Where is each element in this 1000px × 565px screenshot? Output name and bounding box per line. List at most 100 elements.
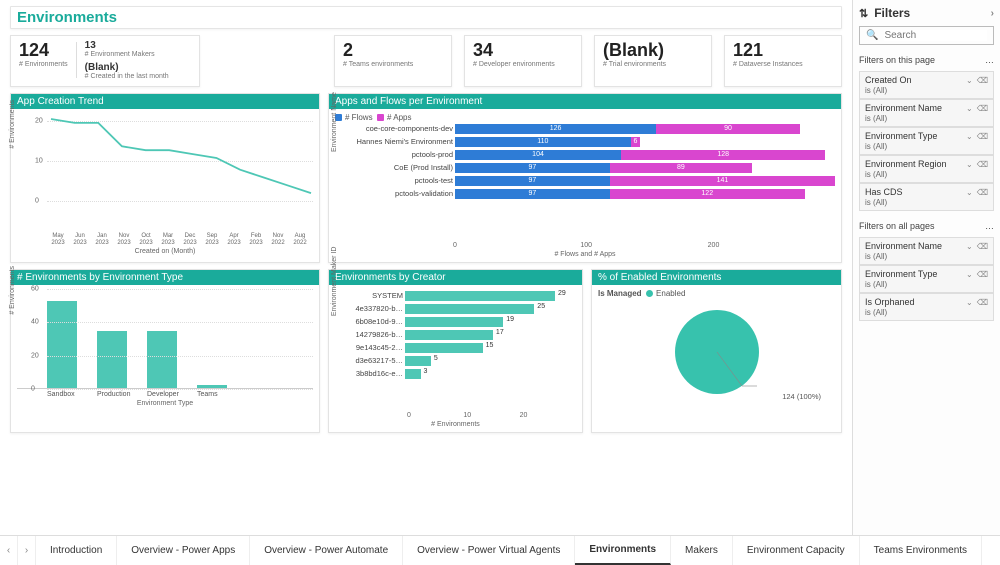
x-tick: Sandbox	[47, 391, 77, 398]
divider	[76, 42, 77, 78]
chevron-down-icon[interactable]: ⌄	[966, 270, 973, 279]
x-tick: Teams	[197, 391, 227, 398]
y-axis-label: Environment Name	[331, 92, 338, 152]
donut-label: 124 (100%)	[782, 392, 821, 401]
clear-filter-icon[interactable]: ⌫	[977, 76, 988, 85]
x-tick: Nov2022	[267, 233, 289, 246]
tile-enabled[interactable]: % of Enabled Environments Is Managed Ena…	[591, 269, 842, 433]
chevron-down-icon[interactable]: ⌄	[966, 242, 973, 251]
chevron-down-icon[interactable]: ⌄	[966, 188, 973, 197]
collapse-icon[interactable]: ›	[991, 8, 994, 19]
filter-field: Environment Region	[865, 159, 947, 169]
x-tick: 100	[580, 242, 707, 249]
chevron-down-icon[interactable]: ⌄	[966, 160, 973, 169]
legend: # Flows # Apps	[335, 113, 835, 122]
tile-title: Apps and Flows per Environment	[329, 94, 841, 109]
x-tick: 0	[453, 242, 580, 249]
tab-overview-power-apps[interactable]: Overview - Power Apps	[117, 536, 250, 565]
clear-filter-icon[interactable]: ⌫	[977, 160, 988, 169]
page-title: Environments	[17, 9, 835, 26]
tab-makers[interactable]: Makers	[671, 536, 733, 565]
tab-prev[interactable]: ‹	[0, 536, 18, 565]
kpi-value: 2	[343, 40, 443, 61]
x-tick: Sep2023	[201, 233, 223, 246]
chevron-down-icon[interactable]: ⌄	[966, 104, 973, 113]
y-axis-label: # Environments	[9, 100, 16, 149]
report-canvas: Environments 124 # Environments 13 # Env…	[0, 0, 852, 535]
bar-segment-flows: 97	[455, 176, 610, 186]
tile-by-type[interactable]: # Environments by Environment Type # Env…	[10, 269, 320, 433]
bar-row: 14279826-b…17	[341, 328, 576, 341]
clear-filter-icon[interactable]: ⌫	[977, 132, 988, 141]
clear-filter-icon[interactable]: ⌫	[977, 104, 988, 113]
filter-card[interactable]: Environment Name⌄⌫is (All)	[859, 99, 994, 127]
x-tick: Feb2023	[245, 233, 267, 246]
filters-all-section: Filters on all pages…	[859, 221, 994, 231]
clear-filter-icon[interactable]: ⌫	[977, 270, 988, 279]
kpi-label: # Trial environments	[603, 61, 703, 68]
bar-label: 9e143c45-2…	[341, 343, 403, 352]
clear-filter-icon[interactable]: ⌫	[977, 242, 988, 251]
bar-segment-flows: 126	[455, 124, 656, 134]
tab-teams-environments[interactable]: Teams Environments	[860, 536, 982, 565]
kpi-environments[interactable]: 124 # Environments 13 # Environment Make…	[10, 35, 200, 87]
bar-label: 6b08e10d-9…	[341, 317, 403, 326]
bar-row: 3b8bd16c-e…3	[341, 367, 576, 380]
chevron-down-icon[interactable]: ⌄	[966, 298, 973, 307]
clear-filter-icon[interactable]: ⌫	[977, 188, 988, 197]
search-input[interactable]	[884, 30, 987, 41]
filters-pane: ⇅ Filters › 🔍 Filters on this page… Crea…	[852, 0, 1000, 535]
filter-card[interactable]: Environment Type ⌄ ⌫is (All)	[859, 127, 994, 155]
filter-card[interactable]: Environment Region⌄⌫is (All)	[859, 155, 994, 183]
kpi-trial[interactable]: (Blank) # Trial environments	[594, 35, 712, 87]
tile-by-creator[interactable]: Environments by Creator Environment Make…	[328, 269, 583, 433]
tab-environment-capacity[interactable]: Environment Capacity	[733, 536, 860, 565]
bar-segment	[405, 369, 421, 379]
bar-segment-apps: 89	[610, 163, 752, 173]
tab-overview-power-automate[interactable]: Overview - Power Automate	[250, 536, 403, 565]
kpi-label: # Teams environments	[343, 61, 443, 68]
tab-environments[interactable]: Environments	[575, 536, 671, 565]
kpi-row: 124 # Environments 13 # Environment Make…	[10, 35, 842, 87]
page-title-bar: Environments	[10, 6, 842, 29]
x-tick: 200	[708, 242, 835, 249]
tab-next[interactable]: ›	[18, 536, 36, 565]
tab-overview-power-virtual-agents[interactable]: Overview - Power Virtual Agents	[403, 536, 575, 565]
bar-label: coe-core-components-dev	[343, 124, 453, 133]
x-tick: Aug2022	[289, 233, 311, 246]
tile-trend[interactable]: App Creation Trend # Environments 20 10 …	[10, 93, 320, 263]
bar-segment-apps: 141	[610, 176, 835, 186]
chevron-down-icon[interactable]: ⌄	[966, 76, 973, 85]
x-tick: Production	[97, 391, 127, 398]
kpi-developer[interactable]: 34 # Developer environments	[464, 35, 582, 87]
kpi-dataverse[interactable]: 121 # Dataverse Instances	[724, 35, 842, 87]
bar-segment-apps: 6	[631, 137, 641, 147]
bar-label: pctools-test	[343, 176, 453, 185]
filter-card[interactable]: Environment Name⌄⌫is (All)	[859, 237, 994, 265]
chevron-down-icon[interactable]: ⌄	[966, 132, 973, 141]
bar-row: CoE (Prod Install)9789	[343, 161, 835, 174]
bar-segment-flows: 110	[455, 137, 631, 147]
x-tick: Mar2023	[157, 233, 179, 246]
filter-field: Has CDS	[865, 187, 903, 197]
filter-card[interactable]: Environment Type⌄⌫is (All)	[859, 265, 994, 293]
x-tick: May2023	[47, 233, 69, 246]
filter-search[interactable]: 🔍	[859, 26, 994, 45]
x-tick: 20	[520, 412, 576, 419]
filter-card[interactable]: Has CDS⌄⌫is (All)	[859, 183, 994, 211]
tab-introduction[interactable]: Introduction	[36, 536, 117, 565]
filter-card[interactable]: Is Orphaned⌄⌫is (All)	[859, 293, 994, 321]
filter-value: is (All)	[865, 142, 988, 151]
clear-filter-icon[interactable]: ⌫	[977, 298, 988, 307]
bar-label: 4e337820-b…	[341, 304, 403, 313]
kpi-value: (Blank)	[85, 62, 169, 73]
bar-segment-flows: 97	[455, 189, 610, 199]
bar	[147, 331, 177, 388]
kpi-teams[interactable]: 2 # Teams environments	[334, 35, 452, 87]
filter-field: Environment Type	[865, 131, 937, 141]
filter-field: Created On	[865, 75, 912, 85]
tile-apps-flows[interactable]: Apps and Flows per Environment # Flows #…	[328, 93, 842, 263]
y-axis-label: Environment Maker ID	[331, 246, 338, 316]
filter-card[interactable]: Created On⌄⌫is (All)	[859, 71, 994, 99]
bar-row: pctools-test97141	[343, 174, 835, 187]
